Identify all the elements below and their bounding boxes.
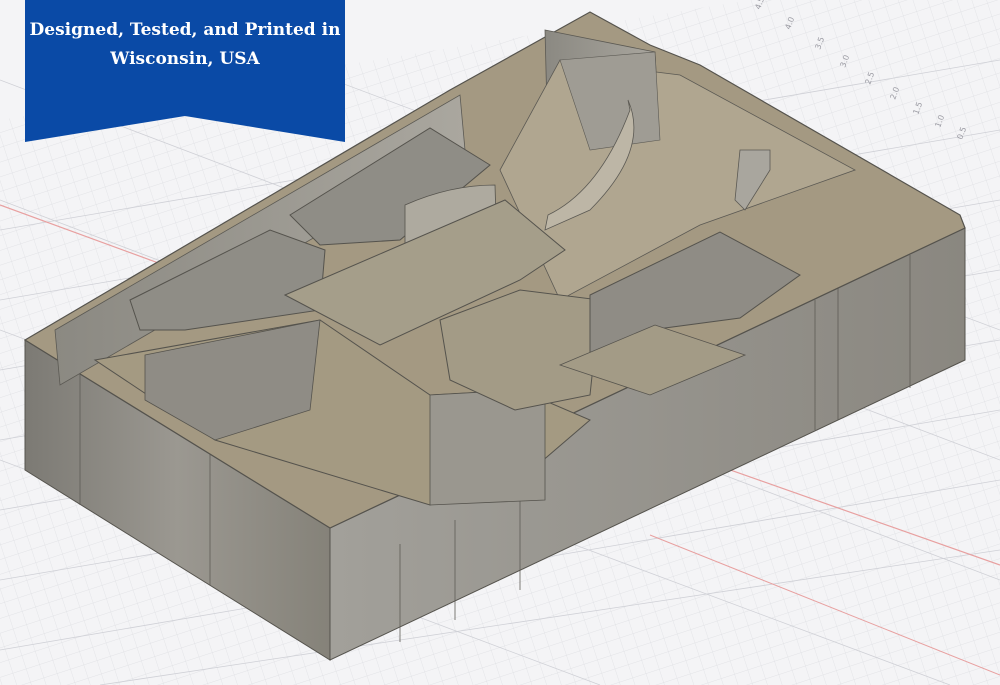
- banner-text: Designed, Tested, and Printed in Wiscons…: [25, 16, 345, 74]
- banner-line-1: Designed, Tested, and Printed in: [29, 20, 341, 40]
- title-banner: Designed, Tested, and Printed in Wiscons…: [25, 0, 345, 142]
- cad-viewport[interactable]: 4.5 4.0 3.5 3.0 2.5 2.0 1.5 1.0 0.5 Desi…: [0, 0, 1000, 685]
- banner-line-2: Wisconsin, USA: [110, 49, 260, 69]
